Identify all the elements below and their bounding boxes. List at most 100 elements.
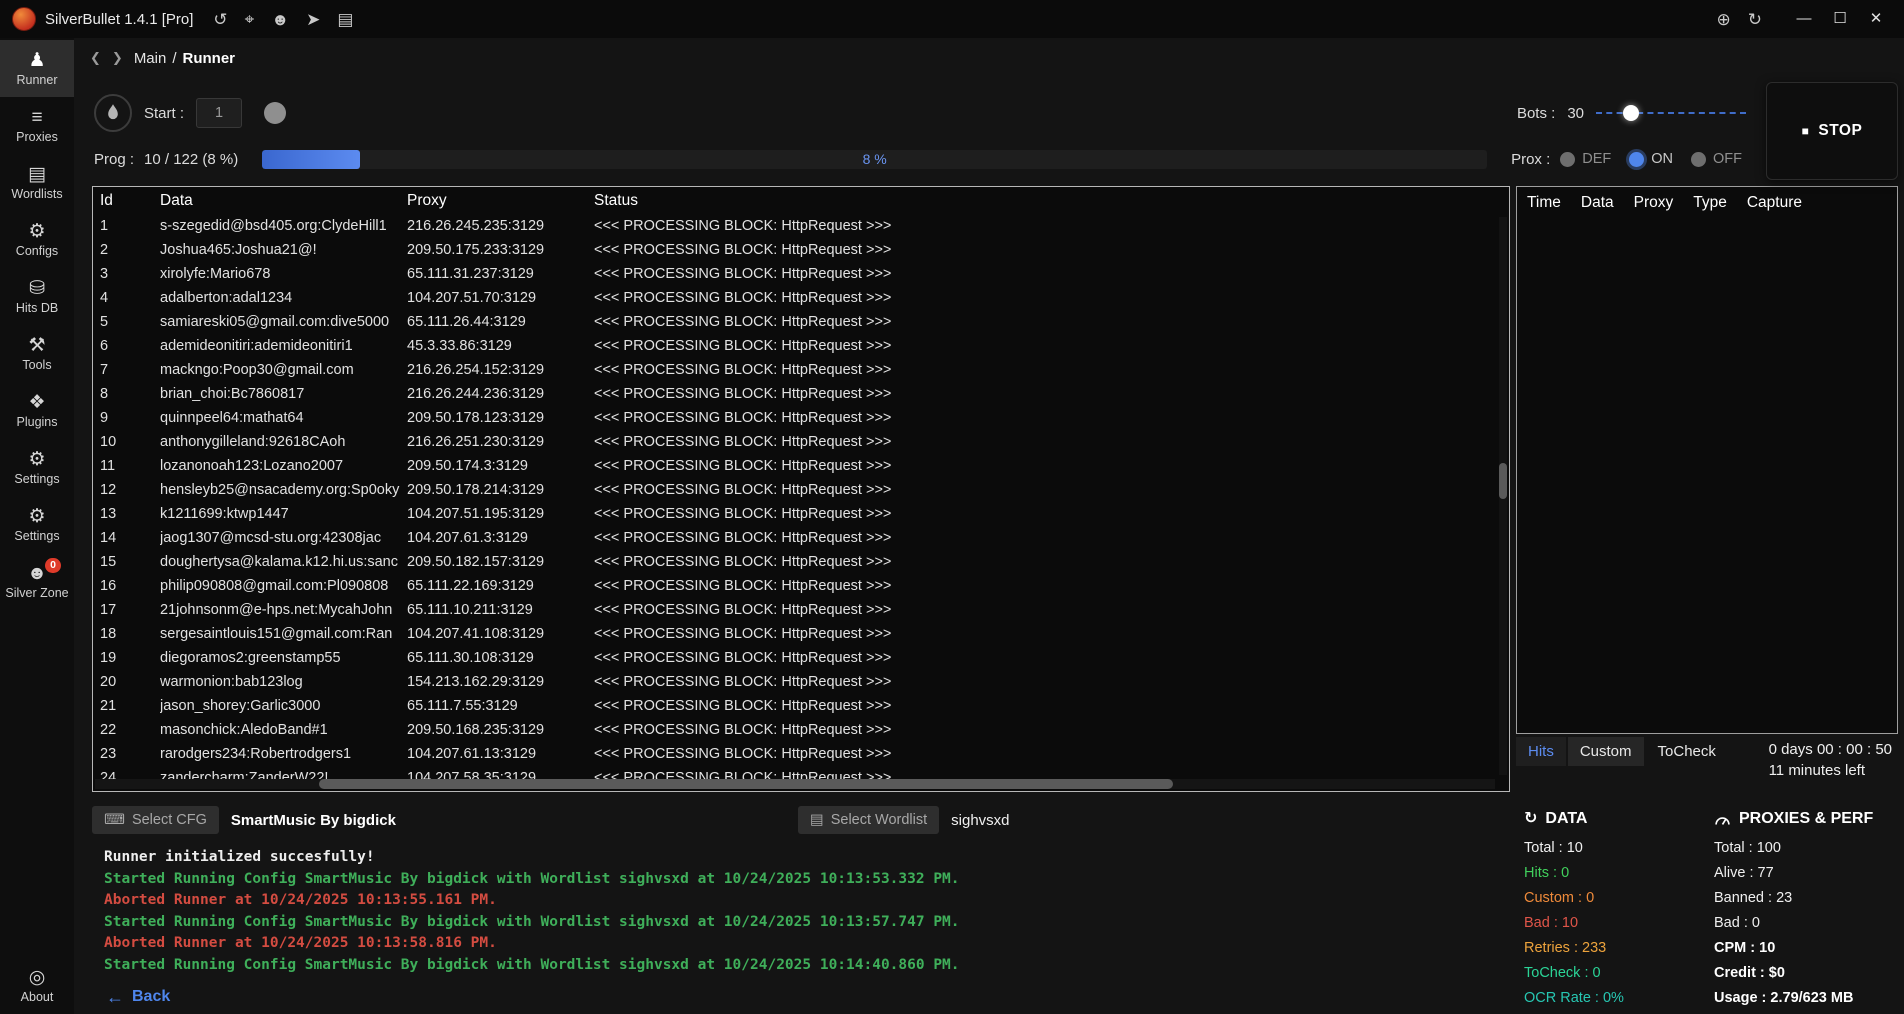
bots-slider[interactable]: [1596, 105, 1746, 121]
tab-hits[interactable]: Hits: [1516, 737, 1566, 766]
start-input[interactable]: [196, 98, 242, 128]
capture-icon[interactable]: ⌖: [245, 11, 255, 28]
radio-label: DEF: [1582, 151, 1611, 167]
table-row[interactable]: 10anthonygilleland:92618CAoh216.26.251.2…: [93, 430, 1509, 454]
minimize-button[interactable]: —: [1788, 0, 1820, 38]
column-header-proxy[interactable]: Proxy: [407, 192, 594, 210]
runner-table-header: IdDataProxyStatus: [93, 187, 1509, 214]
hits-column-header-type[interactable]: Type: [1693, 194, 1727, 212]
table-row[interactable]: 8brian_choi:Bc7860817216.26.244.236:3129…: [93, 382, 1509, 406]
table-row[interactable]: 6ademideonitiri:ademideonitiri145.3.33.8…: [93, 334, 1509, 358]
nav-forward-icon[interactable]: ❯: [112, 50, 123, 66]
back-button[interactable]: ← Back: [92, 986, 1510, 1014]
table-row[interactable]: 3xirolyfe:Mario67865.111.31.237:3129<<< …: [93, 262, 1509, 286]
select-cfg-button[interactable]: ⌨ Select CFG: [92, 806, 219, 834]
cell-data: mackngo:Poop30@gmail.com: [160, 362, 407, 378]
stop-square-icon: ■: [1802, 125, 1810, 137]
vertical-scrollbar[interactable]: [1499, 217, 1507, 775]
column-header-data[interactable]: Data: [160, 192, 407, 210]
table-row[interactable]: 19diegoramos2:greenstamp5565.111.30.108:…: [93, 646, 1509, 670]
content-area: ❮ ❯ Main / Runner Start :: [74, 38, 1904, 1014]
lighter-icon[interactable]: [94, 94, 132, 132]
maximize-button[interactable]: ☐: [1824, 0, 1856, 38]
breadcrumb-root[interactable]: Main: [134, 50, 167, 67]
sidebar-item-plugins[interactable]: ❖Plugins: [0, 382, 74, 439]
vertical-scrollbar-thumb[interactable]: [1499, 463, 1507, 499]
data-panel-header: ↻ DATA: [1524, 810, 1714, 828]
prox-radio-on[interactable]: ON: [1629, 151, 1673, 167]
cell-data: jason_shorey:Garlic3000: [160, 698, 407, 714]
table-row[interactable]: 11lozanonoah123:Lozano2007209.50.174.3:3…: [93, 454, 1509, 478]
cell-id: 5: [100, 314, 160, 330]
discord-icon[interactable]: ☻: [271, 11, 289, 28]
table-row[interactable]: 12hensleyb25@nsacademy.org:Sp0oky209.50.…: [93, 478, 1509, 502]
sidebar-item-wordlists[interactable]: ▤Wordlists: [0, 154, 74, 211]
cell-id: 2: [100, 242, 160, 258]
stop-button[interactable]: ■ STOP: [1766, 82, 1898, 180]
horizontal-scrollbar[interactable]: [95, 779, 1495, 789]
bots-slider-knob[interactable]: [1623, 105, 1639, 121]
hits-column-header-time[interactable]: Time: [1527, 194, 1561, 212]
nav-back-icon[interactable]: ❮: [90, 50, 101, 66]
cell-proxy: 209.50.178.123:3129: [407, 410, 594, 426]
table-row[interactable]: 1s-szegedid@bsd405.org:ClydeHill1216.26.…: [93, 214, 1509, 238]
prox-radio-def[interactable]: DEF: [1560, 151, 1611, 167]
history-icon[interactable]: ↺: [213, 11, 227, 28]
sidebar-item-settings[interactable]: ⚙Settings: [0, 439, 74, 496]
stat-value: 10: [1567, 840, 1583, 856]
cell-status: <<< PROCESSING BLOCK: HttpRequest >>>: [594, 386, 1509, 402]
telegram-icon[interactable]: ➤: [306, 11, 320, 28]
globe-icon[interactable]: ⊕: [1717, 11, 1731, 28]
column-header-id[interactable]: Id: [100, 192, 160, 210]
table-row[interactable]: 1721johnsonm@e-hps.net:MycahJohn65.111.1…: [93, 598, 1509, 622]
table-row[interactable]: 13k1211699:ktwp1447104.207.51.195:3129<<…: [93, 502, 1509, 526]
stat-hits: Hits : 0: [1524, 861, 1714, 886]
stat-value: 0: [1561, 865, 1569, 881]
table-row[interactable]: 23rarodgers234:Robertrodgers1104.207.61.…: [93, 742, 1509, 766]
cell-id: 1: [100, 218, 160, 234]
sync-icon[interactable]: ↻: [1748, 11, 1762, 28]
tab-tocheck[interactable]: ToCheck: [1646, 737, 1728, 766]
sidebar-item-configs[interactable]: ⚙Configs: [0, 211, 74, 268]
sidebar-item-proxies[interactable]: ≡Proxies: [0, 97, 74, 154]
table-row[interactable]: 21jason_shorey:Garlic300065.111.7.55:312…: [93, 694, 1509, 718]
stats-row: ↻ DATA Total : 10Hits : 0Custom : 0Bad :…: [1516, 802, 1898, 1014]
sidebar-item-label: Plugins: [17, 415, 58, 429]
sidebar-item-silver-zone[interactable]: ☻0Silver Zone: [0, 553, 74, 610]
table-row[interactable]: 4adalberton:adal1234104.207.51.70:3129<<…: [93, 286, 1509, 310]
start-slider-knob[interactable]: [264, 102, 286, 124]
cell-id: 7: [100, 362, 160, 378]
stat-total: Total : 10: [1524, 836, 1714, 861]
app-title: SilverBullet 1.4.1 [Pro]: [45, 11, 193, 28]
sidebar-item-about[interactable]: ◎ About: [0, 968, 74, 1014]
hits-column-header-data[interactable]: Data: [1581, 194, 1614, 212]
table-row[interactable]: 16philip090808@gmail.com:Pl09080865.111.…: [93, 574, 1509, 598]
sidebar-item-tools[interactable]: ⚒Tools: [0, 325, 74, 382]
prox-radio-off[interactable]: OFF: [1691, 151, 1742, 167]
select-wordlist-button[interactable]: ▤ Select Wordlist: [798, 806, 939, 834]
table-row[interactable]: 14jaog1307@mcsd-stu.org:42308jac104.207.…: [93, 526, 1509, 550]
table-row[interactable]: 15doughertysa@kalama.k12.hi.us:sanc209.5…: [93, 550, 1509, 574]
sidebar-item-runner[interactable]: ♟Runner: [0, 40, 74, 97]
table-row[interactable]: 22masonchick:AledoBand#1209.50.168.235:3…: [93, 718, 1509, 742]
sidebar-item-settings-code[interactable]: ⚙Settings: [0, 496, 74, 553]
sidebar-item-hits-db[interactable]: ⛁Hits DB: [0, 268, 74, 325]
table-row[interactable]: 18sergesaintlouis151@gmail.com:Ran104.20…: [93, 622, 1509, 646]
column-header-status[interactable]: Status: [594, 192, 1509, 210]
table-row[interactable]: 2Joshua465:Joshua21@!209.50.175.233:3129…: [93, 238, 1509, 262]
table-row[interactable]: 20warmonion:bab123log154.213.162.29:3129…: [93, 670, 1509, 694]
wordlist-selector: ▤ Select Wordlist sighvsxd: [798, 806, 1010, 834]
hits-column-header-proxy[interactable]: Proxy: [1634, 194, 1674, 212]
selected-config-name: SmartMusic By bigdick: [231, 812, 396, 829]
stat-label: Bad: [1714, 915, 1740, 931]
cell-status: <<< PROCESSING BLOCK: HttpRequest >>>: [594, 746, 1509, 762]
close-button[interactable]: ✕: [1860, 0, 1892, 38]
table-row[interactable]: 7mackngo:Poop30@gmail.com216.26.254.152:…: [93, 358, 1509, 382]
start-slider[interactable]: [258, 102, 1501, 124]
table-row[interactable]: 5samiareski05@gmail.com:dive500065.111.2…: [93, 310, 1509, 334]
tab-custom[interactable]: Custom: [1568, 737, 1644, 766]
notes-icon[interactable]: ▤: [337, 11, 353, 28]
hits-column-header-capture[interactable]: Capture: [1747, 194, 1802, 212]
table-row[interactable]: 9quinnpeel64:mathat64209.50.178.123:3129…: [93, 406, 1509, 430]
horizontal-scrollbar-thumb[interactable]: [319, 779, 1173, 789]
